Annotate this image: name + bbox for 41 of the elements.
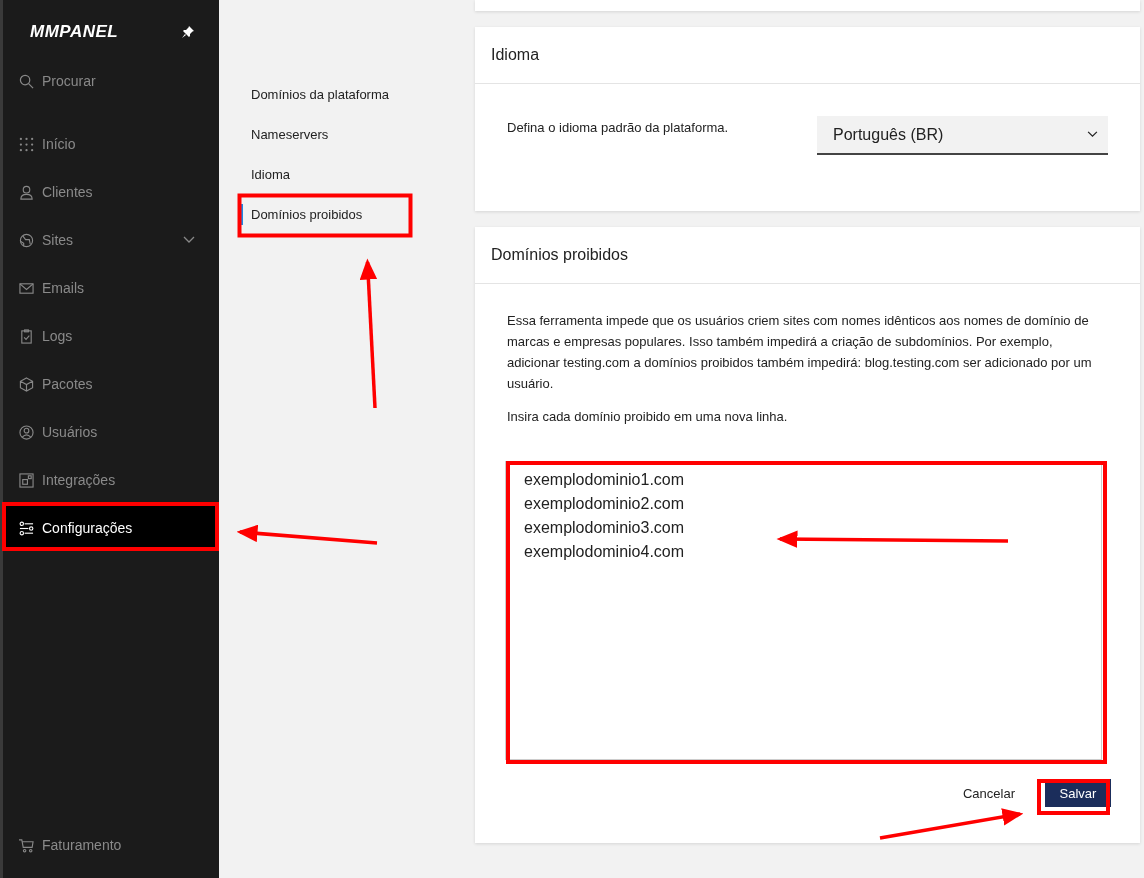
description-text: Defina o idioma padrão da plataforma. [507, 120, 729, 135]
sidebar-item[interactable]: Início [3, 121, 219, 167]
sidebar-item[interactable]: Sites [3, 217, 219, 263]
menu-item-icon [19, 280, 34, 296]
menu-item-icon [19, 520, 34, 536]
menu-item-icon [19, 184, 34, 200]
menu-item-icon [19, 136, 34, 152]
settings-nav-item[interactable]: Nameservers [240, 124, 329, 145]
domain-line: exemplodominio3.com [524, 518, 685, 538]
menu-item-icon [19, 424, 34, 440]
logo: MMPANEL [30, 22, 119, 42]
search-field[interactable]: Procurar [19, 69, 199, 93]
sidebar-item[interactable]: Faturamento [3, 822, 219, 868]
settings-nav-item[interactable]: Idioma [240, 164, 291, 185]
sidebar-item[interactable]: Pacotes [3, 361, 219, 407]
sidebar-item[interactable]: Integrações [3, 457, 219, 503]
card-title: Idioma [475, 27, 1140, 84]
card-title: Domínios proibidos [475, 227, 1140, 284]
cancel-button[interactable]: Cancelar [948, 785, 1029, 801]
domain-line: exemplodominio1.com [524, 470, 685, 490]
chevron-down-icon [1087, 131, 1098, 138]
chevron-down-icon [183, 236, 195, 244]
domain-line: exemplodominio4.com [524, 542, 685, 562]
language-select[interactable]: Português (BR) [817, 116, 1108, 155]
cart-icon [19, 837, 34, 853]
paragraph: Essa ferramenta impede que os usuários criem sites com nomes idênticos aos nomes de domínio de marcas e empresas populares. Isso também impedirá a criação de subdomínios. Por exemplo, adicionar testing.com a domínios proibidos também impedirá: blog.testing.com ser adicionado por um usuário. [507, 312, 1093, 393]
menu-item-icon [19, 376, 34, 392]
paragraph: Insira cada domínio proibido em uma nova linha. [507, 408, 789, 426]
settings-nav-item[interactable]: Domínios da plataforma [240, 84, 389, 105]
menu-item-icon [19, 328, 34, 344]
domain-list-field[interactable]: exemplodominio1.com exemplodominio2.com exemplodominio3.com exemplodominio4.com [505, 461, 1102, 760]
menu-item-icon [19, 472, 34, 488]
pin-icon[interactable] [182, 26, 194, 38]
domain-line: exemplodominio2.com [524, 494, 685, 514]
sidebar-item[interactable]: Emails [3, 265, 219, 311]
menu-item-icon [19, 232, 34, 248]
sidebar-item[interactable]: Usuários [3, 409, 219, 455]
search-icon [19, 73, 34, 89]
sidebar-item[interactable]: Logs [3, 313, 219, 359]
sidebar-item[interactable]: Clientes [3, 169, 219, 215]
settings-nav-item[interactable]: Domínios proibidos [240, 204, 363, 225]
